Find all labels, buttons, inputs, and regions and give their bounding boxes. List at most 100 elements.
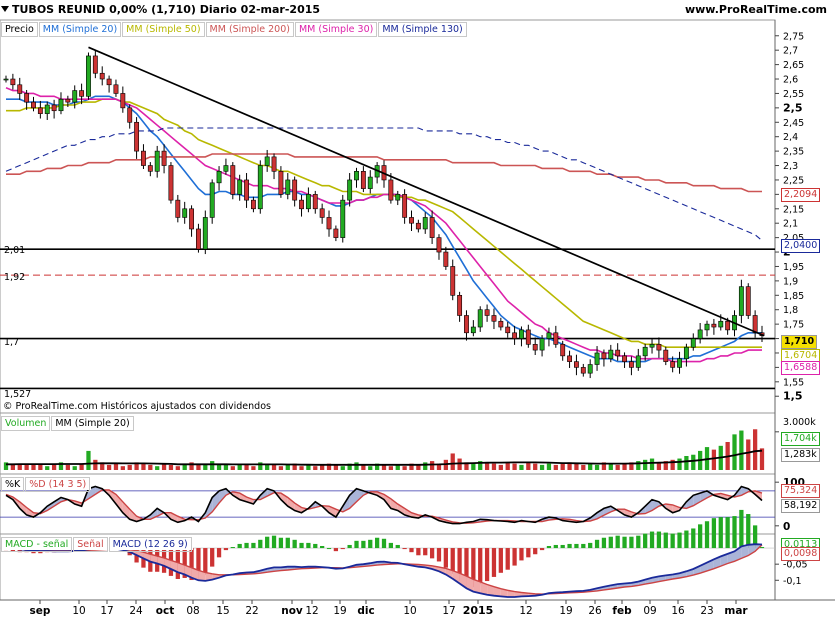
- candle-body: [656, 344, 662, 351]
- macd-legend-item[interactable]: MACD - señal: [1, 537, 73, 552]
- volume-bar: [313, 466, 318, 470]
- macd-histogram-bar: [505, 548, 510, 570]
- macd-histogram-bar: [237, 543, 242, 549]
- candle-body: [113, 84, 119, 94]
- volume-bar: [546, 463, 552, 470]
- volume-bar: [471, 463, 476, 470]
- volume-bar: [711, 449, 717, 470]
- price-legend-item[interactable]: MM (Simple 200): [205, 22, 294, 37]
- macd-histogram-bar: [725, 517, 730, 549]
- volume-bar: [354, 462, 359, 470]
- price-legend-item[interactable]: MM (Simple 20): [38, 22, 122, 37]
- tag-price: 1,710: [781, 335, 818, 349]
- volume-bar: [615, 464, 620, 470]
- price-legend-item[interactable]: MM (Simple 130): [378, 22, 467, 37]
- candle-body: [354, 171, 359, 181]
- x-tick-label: feb: [612, 605, 632, 617]
- candle-body: [299, 199, 304, 210]
- candle-body: [367, 176, 373, 189]
- volume-bar: [622, 463, 627, 470]
- volume-bar: [752, 429, 758, 470]
- price-legend-item[interactable]: Precio: [1, 22, 38, 37]
- stoch-legend-item[interactable]: %D (14 3 5): [25, 477, 91, 492]
- macd-histogram-bar: [759, 547, 765, 549]
- volume-bar: [285, 464, 290, 470]
- price-y-tick-label: 1,8: [783, 305, 798, 316]
- volume-bar: [560, 463, 565, 470]
- candle-body: [347, 179, 353, 201]
- ma-line: [6, 98, 762, 349]
- candle-body: [725, 320, 731, 331]
- volume-bar: [86, 450, 91, 470]
- candle-body: [519, 329, 524, 339]
- macd-histogram-bar: [491, 548, 497, 577]
- candle-body: [10, 78, 16, 86]
- price-y-tick-label: 2,5: [783, 101, 803, 114]
- candle-body: [44, 104, 50, 114]
- x-tick-label: 19: [333, 605, 346, 617]
- macd-histogram-bar: [629, 536, 634, 549]
- macd-histogram-bar: [519, 548, 524, 561]
- candle-body: [395, 194, 401, 201]
- volume-bar: [574, 463, 579, 470]
- volume-bar: [244, 464, 249, 470]
- volume-legend-item[interactable]: MM (Simple 20): [51, 416, 134, 431]
- tag-ma130: 2,0400: [781, 239, 821, 253]
- x-tick-label: 16: [671, 605, 685, 617]
- volume-legend-item[interactable]: Volumen: [1, 416, 51, 431]
- macd-histogram-bar: [313, 543, 318, 549]
- price-y-tick-label: 2,6: [783, 75, 798, 86]
- macd-histogram-bar: [546, 545, 552, 549]
- tag-ma30: 1,6588: [781, 361, 821, 375]
- ma-line: [6, 95, 762, 363]
- macd-histogram-bar: [484, 548, 490, 582]
- candle-body: [402, 194, 408, 218]
- macd-histogram-bar: [271, 535, 277, 549]
- x-tick-label: 2015: [463, 604, 494, 617]
- macd-histogram-bar: [203, 548, 208, 575]
- volume-bar: [65, 464, 70, 470]
- macd-histogram-bar: [574, 543, 579, 549]
- macd-histogram-bar: [347, 544, 352, 549]
- macd-histogram-bar: [608, 536, 613, 549]
- volume-bar: [588, 463, 593, 470]
- macd-histogram-bar: [512, 548, 517, 566]
- candle-body: [388, 179, 394, 201]
- candle-body: [86, 55, 91, 97]
- macd-histogram-bar: [581, 543, 586, 549]
- macd-histogram-bar: [539, 548, 545, 551]
- volume-bar: [388, 466, 394, 470]
- candle-body: [484, 309, 490, 316]
- volume-bar: [299, 466, 304, 470]
- macd-histogram-bar: [402, 548, 407, 550]
- stoch-legend-item[interactable]: %K: [1, 477, 25, 492]
- macd-histogram-bar: [498, 548, 503, 573]
- x-tick-label: 12: [305, 605, 318, 617]
- candle-body: [635, 355, 641, 368]
- volume-bar: [684, 456, 689, 470]
- price-legend-item[interactable]: MM (Simple 30): [294, 22, 378, 37]
- volume-bar: [505, 462, 510, 470]
- candle-body: [498, 320, 504, 328]
- macd-histogram-bar: [258, 539, 263, 549]
- macd-histogram-bar: [526, 548, 531, 558]
- macd-legend-item[interactable]: Señal: [73, 537, 108, 552]
- candle-body: [525, 329, 531, 345]
- macd-histogram-bar: [560, 544, 565, 549]
- volume-bar: [251, 466, 256, 470]
- macd-histogram-bar: [381, 538, 387, 549]
- candle-body: [560, 344, 566, 357]
- candle-body: [470, 326, 476, 334]
- macd-legend-item[interactable]: MACD (12 26 9): [108, 537, 192, 552]
- price-legend-item[interactable]: MM (Simple 50): [122, 22, 205, 37]
- volume-bar: [498, 464, 503, 470]
- x-tick-label: 23: [700, 605, 713, 617]
- level-label-201: 2,01: [4, 245, 26, 256]
- candle-body: [79, 90, 85, 97]
- volume-bar: [113, 463, 119, 470]
- candle-body: [326, 217, 332, 230]
- price-y-tick-label: 2,35: [783, 147, 804, 158]
- candle-body: [278, 171, 284, 195]
- macd-histogram-bar: [244, 542, 249, 549]
- macd-histogram-bar: [588, 542, 593, 549]
